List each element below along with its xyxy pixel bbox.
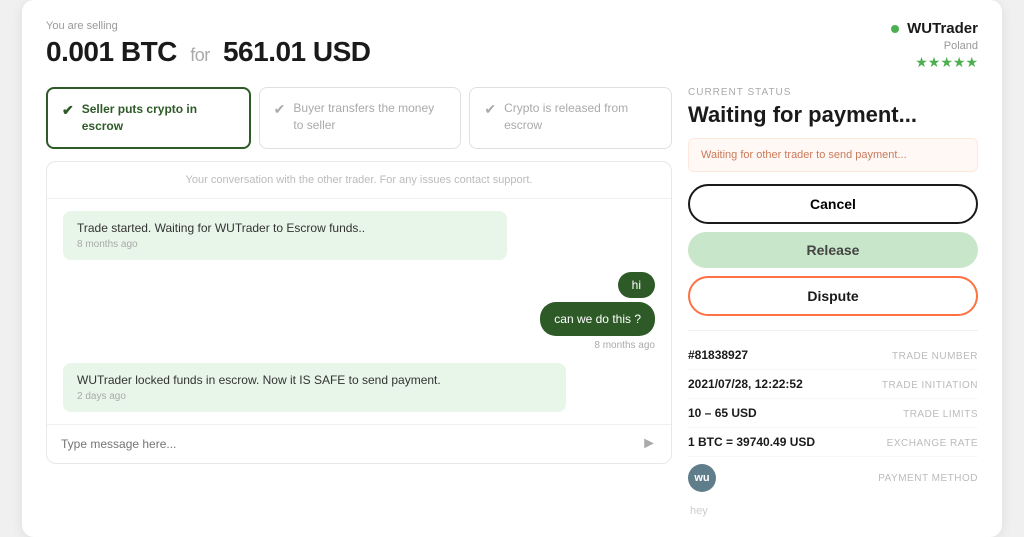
trade-key-1: TRADE INITIATION: [882, 380, 978, 391]
left-panel: ✔ Seller puts crypto in escrow ✔ Buyer t…: [46, 87, 672, 517]
release-button[interactable]: Release: [688, 232, 978, 268]
payment-method-label: PAYMENT METHOD: [878, 473, 978, 484]
chat-header: Your conversation with the other trader.…: [47, 162, 671, 199]
trade-val-2: 10 – 65 USD: [688, 406, 757, 420]
chat-input-row[interactable]: ►: [47, 424, 671, 463]
right-panel: CURRENT STATUS Waiting for payment... Wa…: [688, 87, 978, 517]
msg-system-1: Trade started. Waiting for WUTrader to E…: [63, 211, 507, 260]
steps-row: ✔ Seller puts crypto in escrow ✔ Buyer t…: [46, 87, 672, 149]
step-3-label: Crypto is released from escrow: [504, 100, 657, 134]
message-2: hi can we do this ? 8 months ago: [63, 272, 655, 351]
trade-details: #81838927 TRADE NUMBER 2021/07/28, 12:22…: [688, 330, 978, 517]
trade-row-1: 2021/07/28, 12:22:52 TRADE INITIATION: [688, 370, 978, 399]
msg-cando: can we do this ?: [540, 302, 655, 336]
step-2-check-icon: ✔: [274, 101, 286, 118]
payment-note: hey: [688, 505, 978, 517]
msg-hi: hi: [618, 272, 655, 298]
trade-key-2: TRADE LIMITS: [903, 409, 978, 420]
user-info: WUTrader Poland ★★★★★: [891, 20, 978, 71]
username: WUTrader: [907, 20, 978, 37]
dispute-button[interactable]: Dispute: [688, 276, 978, 316]
trade-row-0: #81838927 TRADE NUMBER: [688, 341, 978, 370]
cancel-button[interactable]: Cancel: [688, 184, 978, 224]
trade-val-3: 1 BTC = 39740.49 USD: [688, 435, 815, 449]
selling-amount: 0.001 BTC for 561.01 USD: [46, 36, 371, 68]
chat-box: Your conversation with the other trader.…: [46, 161, 672, 464]
step-3: ✔ Crypto is released from escrow: [469, 87, 672, 149]
payment-method-icon: wu: [688, 464, 716, 492]
username-row: WUTrader: [891, 20, 978, 38]
for-word: for: [190, 45, 210, 65]
chat-messages: Trade started. Waiting for WUTrader to E…: [47, 199, 671, 424]
trade-val-0: #81838927: [688, 348, 748, 362]
trade-key-3: EXCHANGE RATE: [887, 438, 978, 449]
btc-amount: 0.001 BTC: [46, 36, 177, 67]
user-country: Poland: [891, 40, 978, 52]
msg-system-1-time: 8 months ago: [77, 239, 493, 250]
usd-price: 561.01 USD: [223, 36, 371, 67]
step-1-check-icon: ✔: [62, 102, 74, 119]
step-1-label: Seller puts crypto in escrow: [82, 101, 235, 135]
msg-system-3: WUTrader locked funds in escrow. Now it …: [63, 363, 566, 412]
main-container: You are selling 0.001 BTC for 561.01 USD…: [22, 0, 1002, 537]
msg-system-3-time: 2 days ago: [77, 391, 552, 402]
trade-val-1: 2021/07/28, 12:22:52: [688, 377, 803, 391]
online-indicator: [891, 25, 899, 33]
step-2-label: Buyer transfers the money to seller: [293, 100, 446, 134]
current-status-label: CURRENT STATUS: [688, 87, 978, 98]
message-1: Trade started. Waiting for WUTrader to E…: [63, 211, 655, 260]
trade-row-2: 10 – 65 USD TRADE LIMITS: [688, 399, 978, 428]
chat-input[interactable]: [61, 437, 641, 451]
trade-row-3: 1 BTC = 39740.49 USD EXCHANGE RATE: [688, 428, 978, 457]
top-row: You are selling 0.001 BTC for 561.01 USD…: [46, 20, 978, 71]
msg-2-time: 8 months ago: [594, 340, 655, 351]
send-icon[interactable]: ►: [641, 435, 657, 453]
main-layout: ✔ Seller puts crypto in escrow ✔ Buyer t…: [46, 87, 978, 517]
msg-system-3-text: WUTrader locked funds in escrow. Now it …: [77, 373, 441, 387]
status-notice: Waiting for other trader to send payment…: [688, 138, 978, 172]
selling-label: You are selling: [46, 20, 371, 32]
message-3: WUTrader locked funds in escrow. Now it …: [63, 363, 655, 412]
step-3-check-icon: ✔: [484, 101, 496, 118]
status-title: Waiting for payment...: [688, 102, 978, 128]
msg-system-1-text: Trade started. Waiting for WUTrader to E…: [77, 221, 365, 235]
trade-key-0: TRADE NUMBER: [892, 351, 978, 362]
selling-info: You are selling 0.001 BTC for 561.01 USD: [46, 20, 371, 68]
payment-method-row: wu PAYMENT METHOD: [688, 457, 978, 499]
step-1: ✔ Seller puts crypto in escrow: [46, 87, 251, 149]
step-2: ✔ Buyer transfers the money to seller: [259, 87, 462, 149]
user-stars: ★★★★★: [891, 54, 978, 71]
